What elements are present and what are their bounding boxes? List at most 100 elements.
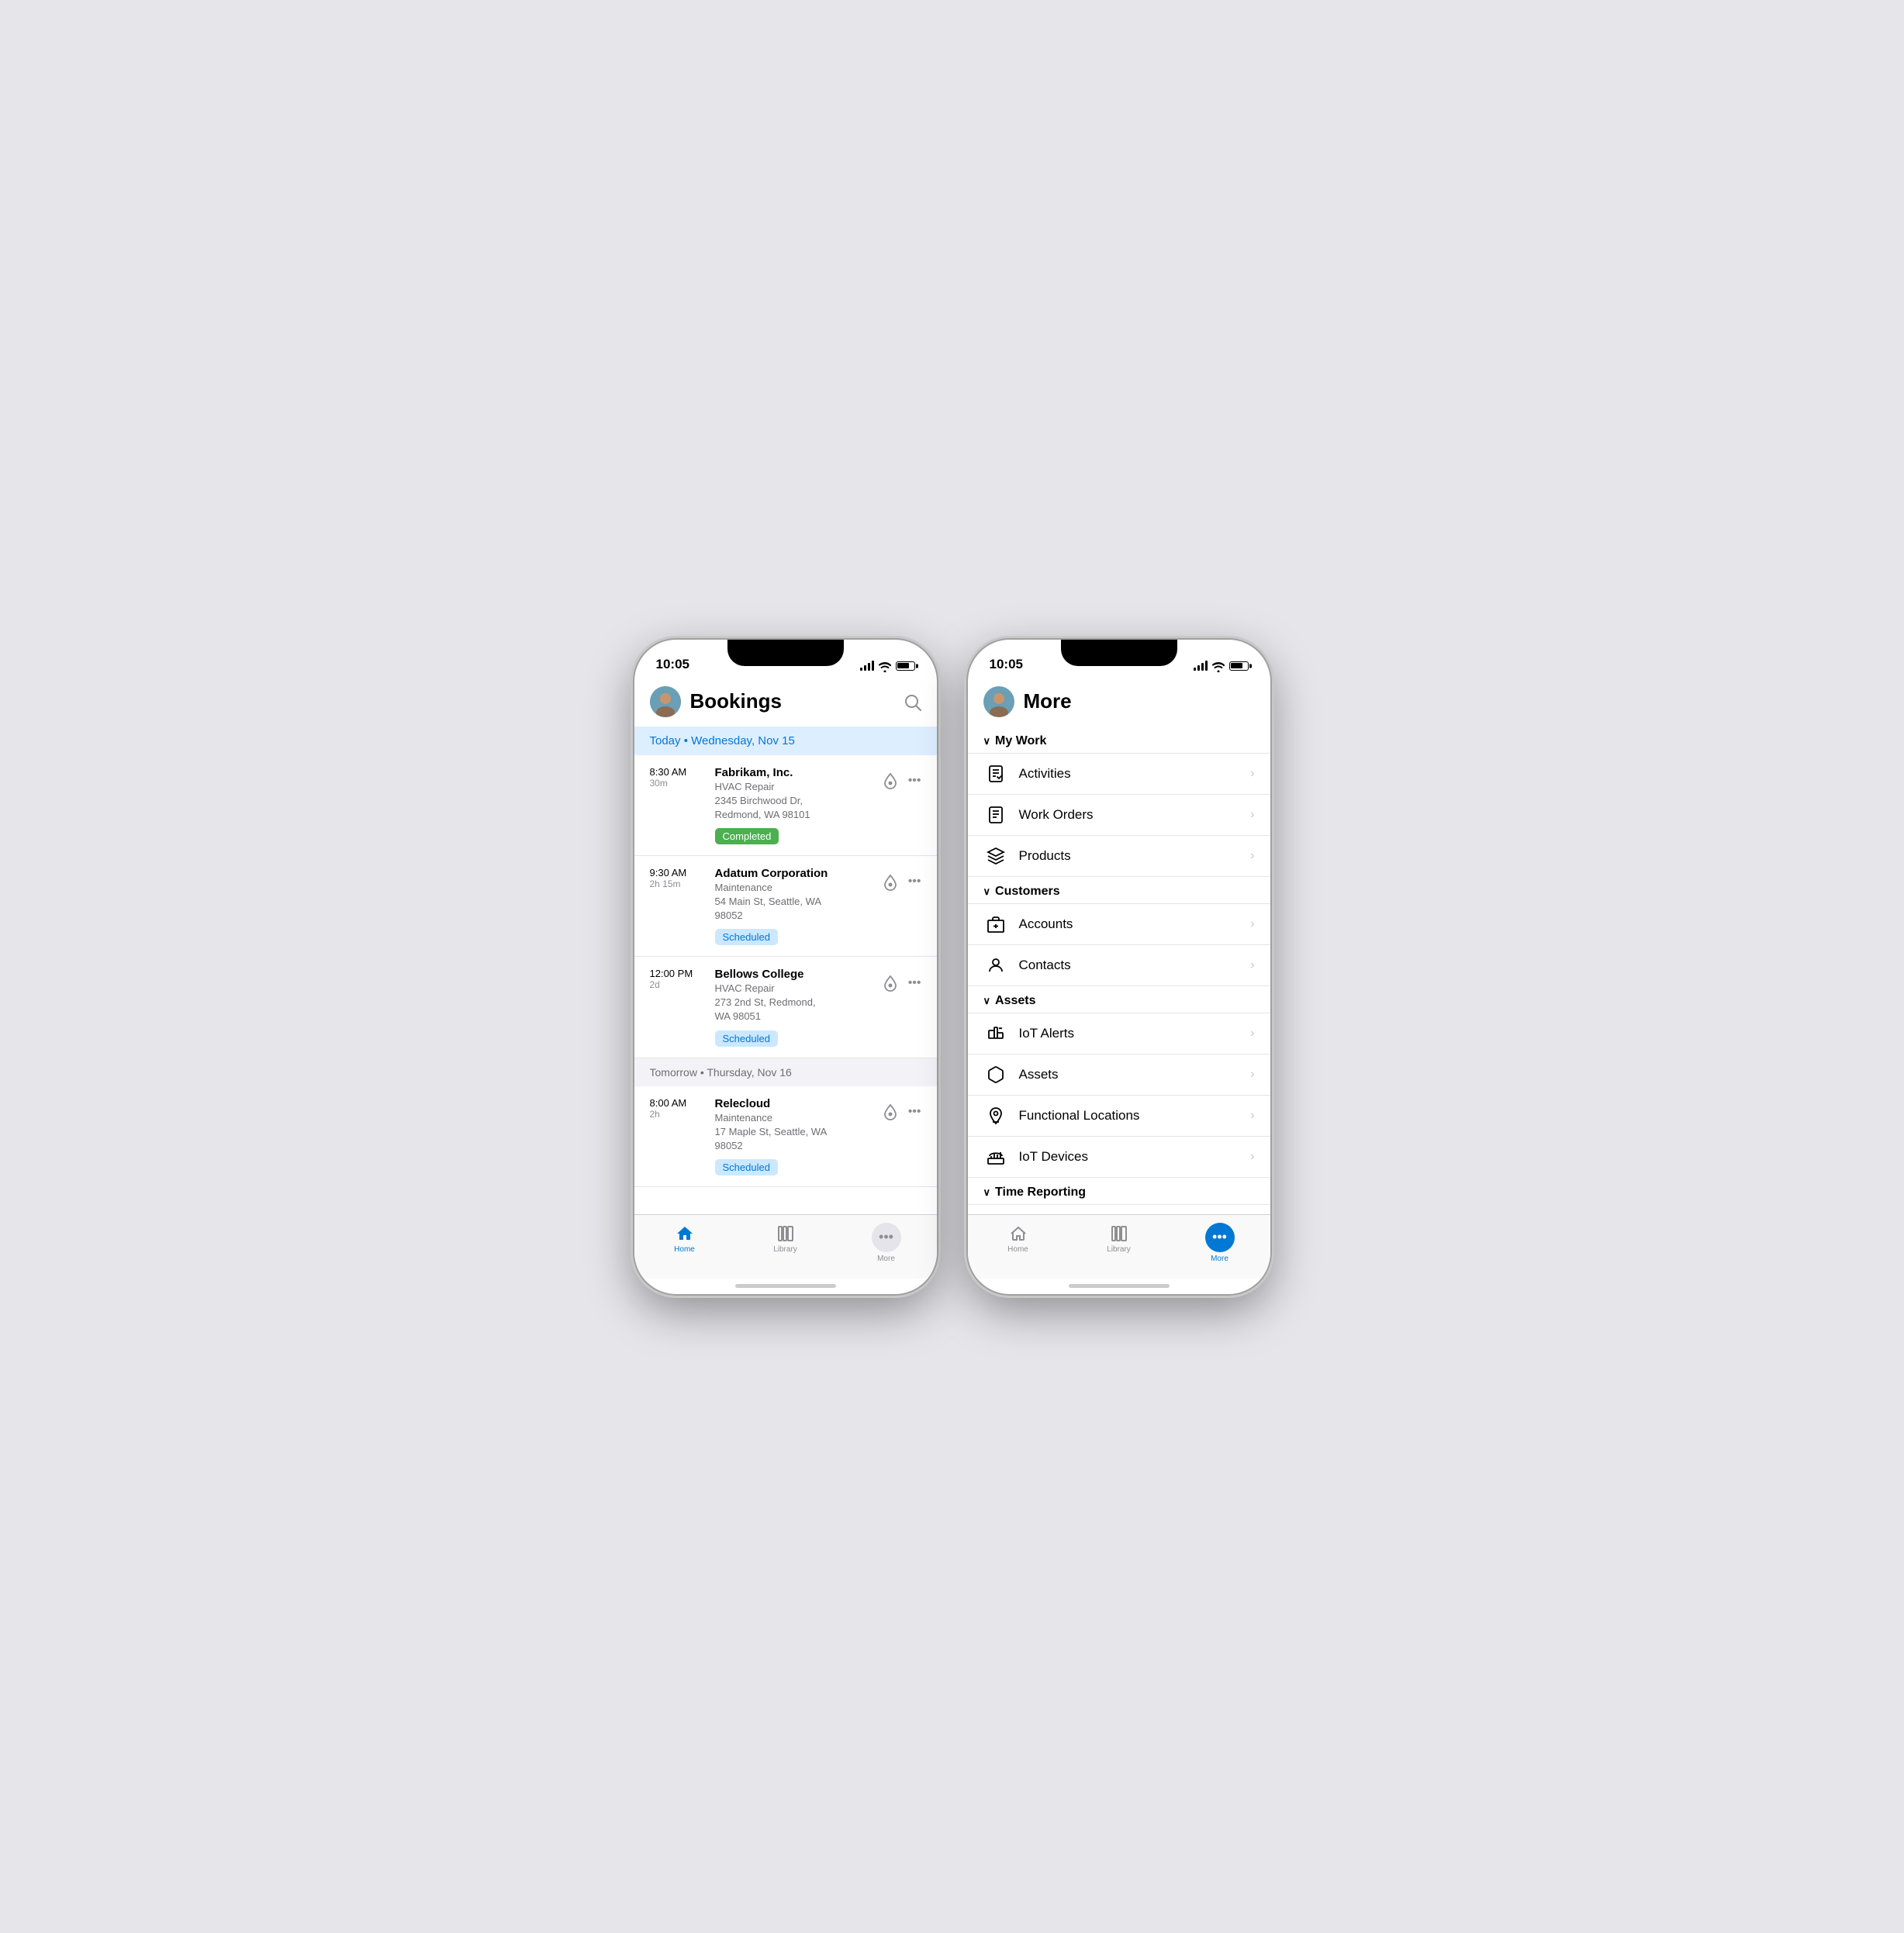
status-icons: [1194, 660, 1249, 671]
chevron-right-icon: ›: [1250, 1027, 1254, 1041]
section-customers: ∨ Customers: [968, 877, 1270, 904]
menu-item-activities[interactable]: Activities ›: [968, 754, 1270, 795]
booking-details: Bellows College HVAC Repair 273 2nd St, …: [715, 968, 871, 1046]
booking-time: 12:00 PM 2d: [650, 968, 704, 990]
functional-locations-icon: [983, 1106, 1008, 1125]
status-icons: [860, 660, 915, 671]
menu-item-contacts[interactable]: Contacts ›: [968, 945, 1270, 986]
tab-more-label: More: [1211, 1255, 1228, 1263]
notch: [1061, 640, 1177, 666]
booking-time: 9:30 AM 2h 15m: [650, 867, 704, 889]
chevron-right-icon: ›: [1250, 917, 1254, 931]
chevron-right-icon: ›: [1250, 1068, 1254, 1082]
status-badge: Scheduled: [715, 1030, 778, 1047]
avatar: [650, 686, 681, 717]
menu-item-accounts[interactable]: Accounts ›: [968, 904, 1270, 945]
booking-item: 8:30 AM 30m Fabrikam, Inc. HVAC Repair 2…: [634, 755, 937, 856]
wifi-icon: [1212, 660, 1225, 671]
tomorrow-header: Tomorrow • Thursday, Nov 16: [634, 1058, 937, 1086]
chevron-right-icon: ›: [1250, 1150, 1254, 1164]
menu-item-iot-devices[interactable]: IoT Devices ›: [968, 1137, 1270, 1178]
tab-home-label: Home: [1007, 1245, 1028, 1254]
booking-actions: •••: [882, 968, 921, 992]
app-header: Bookings: [634, 678, 937, 727]
more-menu-list: ∨ My Work Activities ›: [968, 727, 1270, 1214]
more-options-icon[interactable]: •••: [908, 875, 921, 889]
signal-icon: [860, 661, 874, 671]
chevron-right-icon: ›: [1250, 849, 1254, 863]
status-badge: Completed: [715, 828, 779, 844]
home-icon: [676, 1223, 694, 1243]
more-options-icon[interactable]: •••: [908, 774, 921, 788]
phone-more: 10:05: [968, 640, 1270, 1294]
menu-item-work-orders[interactable]: Work Orders ›: [968, 795, 1270, 836]
work-orders-label: Work Orders: [1019, 807, 1251, 823]
page-title: More: [1024, 689, 1072, 713]
more-options-icon[interactable]: •••: [908, 1105, 921, 1119]
search-button[interactable]: [904, 692, 921, 712]
chevron-right-icon: ›: [1250, 958, 1254, 972]
iot-devices-label: IoT Devices: [1019, 1149, 1251, 1165]
signal-icon: [1194, 661, 1208, 671]
tab-library-label: Library: [1107, 1245, 1131, 1254]
tab-more[interactable]: ••• More: [836, 1223, 937, 1263]
bookings-list: 8:30 AM 30m Fabrikam, Inc. HVAC Repair 2…: [634, 755, 937, 1214]
status-badge: Scheduled: [715, 1159, 778, 1175]
home-indicator: [968, 1279, 1270, 1294]
avatar: [983, 686, 1014, 717]
iot-alerts-label: IoT Alerts: [1019, 1026, 1251, 1041]
booking-item: 9:30 AM 2h 15m Adatum Corporation Mainte…: [634, 856, 937, 957]
tab-more-label: More: [877, 1255, 895, 1263]
chevron-right-icon: ›: [1250, 1109, 1254, 1123]
tab-home-label: Home: [674, 1245, 695, 1254]
chevron-right-icon: ›: [1250, 808, 1254, 822]
phone-bookings: 10:05: [634, 640, 937, 1294]
booking-details: Adatum Corporation Maintenance 54 Main S…: [715, 867, 871, 945]
booking-actions: •••: [882, 1097, 921, 1121]
navigate-icon[interactable]: [882, 873, 899, 891]
library-icon: [776, 1223, 795, 1243]
iot-alerts-icon: [983, 1024, 1008, 1043]
navigate-icon[interactable]: [882, 772, 899, 790]
tab-home[interactable]: Home: [634, 1223, 735, 1254]
section-my-work: ∨ My Work: [968, 727, 1270, 754]
booking-actions: •••: [882, 867, 921, 891]
menu-item-iot-alerts[interactable]: IoT Alerts ›: [968, 1013, 1270, 1055]
menu-item-assets[interactable]: Assets ›: [968, 1055, 1270, 1096]
tab-bar: Home Library ••• More: [634, 1214, 937, 1279]
navigate-icon[interactable]: [882, 1103, 899, 1121]
more-options-icon[interactable]: •••: [908, 976, 921, 990]
section-assets: ∨ Assets: [968, 986, 1270, 1013]
tab-home[interactable]: Home: [968, 1223, 1069, 1254]
status-time: 10:05: [990, 657, 1023, 672]
booking-item: 12:00 PM 2d Bellows College HVAC Repair …: [634, 957, 937, 1058]
booking-item: 8:00 AM 2h Relecloud Maintenance 17 Mapl…: [634, 1086, 937, 1187]
more-circle: •••: [1205, 1223, 1235, 1252]
library-icon: [1110, 1223, 1128, 1243]
menu-item-products[interactable]: Products ›: [968, 836, 1270, 877]
tab-library-label: Library: [773, 1245, 797, 1254]
status-time: 10:05: [656, 657, 689, 672]
home-icon: [1009, 1223, 1028, 1243]
booking-details: Fabrikam, Inc. HVAC Repair 2345 Birchwoo…: [715, 766, 871, 844]
tab-library[interactable]: Library: [735, 1223, 836, 1254]
status-badge: Scheduled: [715, 929, 778, 945]
iot-devices-icon: [983, 1148, 1008, 1166]
more-bubble: •••: [872, 1223, 901, 1252]
menu-item-time-off-requests[interactable]: Time Off Requests ›: [968, 1205, 1270, 1214]
contacts-label: Contacts: [1019, 958, 1251, 973]
today-header: Today • Wednesday, Nov 15: [634, 727, 937, 755]
products-icon: [983, 847, 1008, 865]
booking-details: Relecloud Maintenance 17 Maple St, Seatt…: [715, 1097, 871, 1175]
functional-locations-label: Functional Locations: [1019, 1108, 1251, 1124]
navigate-icon[interactable]: [882, 974, 899, 992]
menu-item-functional-locations[interactable]: Functional Locations ›: [968, 1096, 1270, 1137]
contacts-icon: [983, 956, 1008, 975]
booking-time: 8:30 AM 30m: [650, 766, 704, 789]
notch: [727, 640, 844, 666]
section-time-reporting: ∨ Time Reporting: [968, 1178, 1270, 1205]
app-header: More: [968, 678, 1270, 727]
assets-label: Assets: [1019, 1067, 1251, 1082]
tab-library[interactable]: Library: [1069, 1223, 1170, 1254]
tab-more[interactable]: ••• More: [1170, 1223, 1270, 1263]
